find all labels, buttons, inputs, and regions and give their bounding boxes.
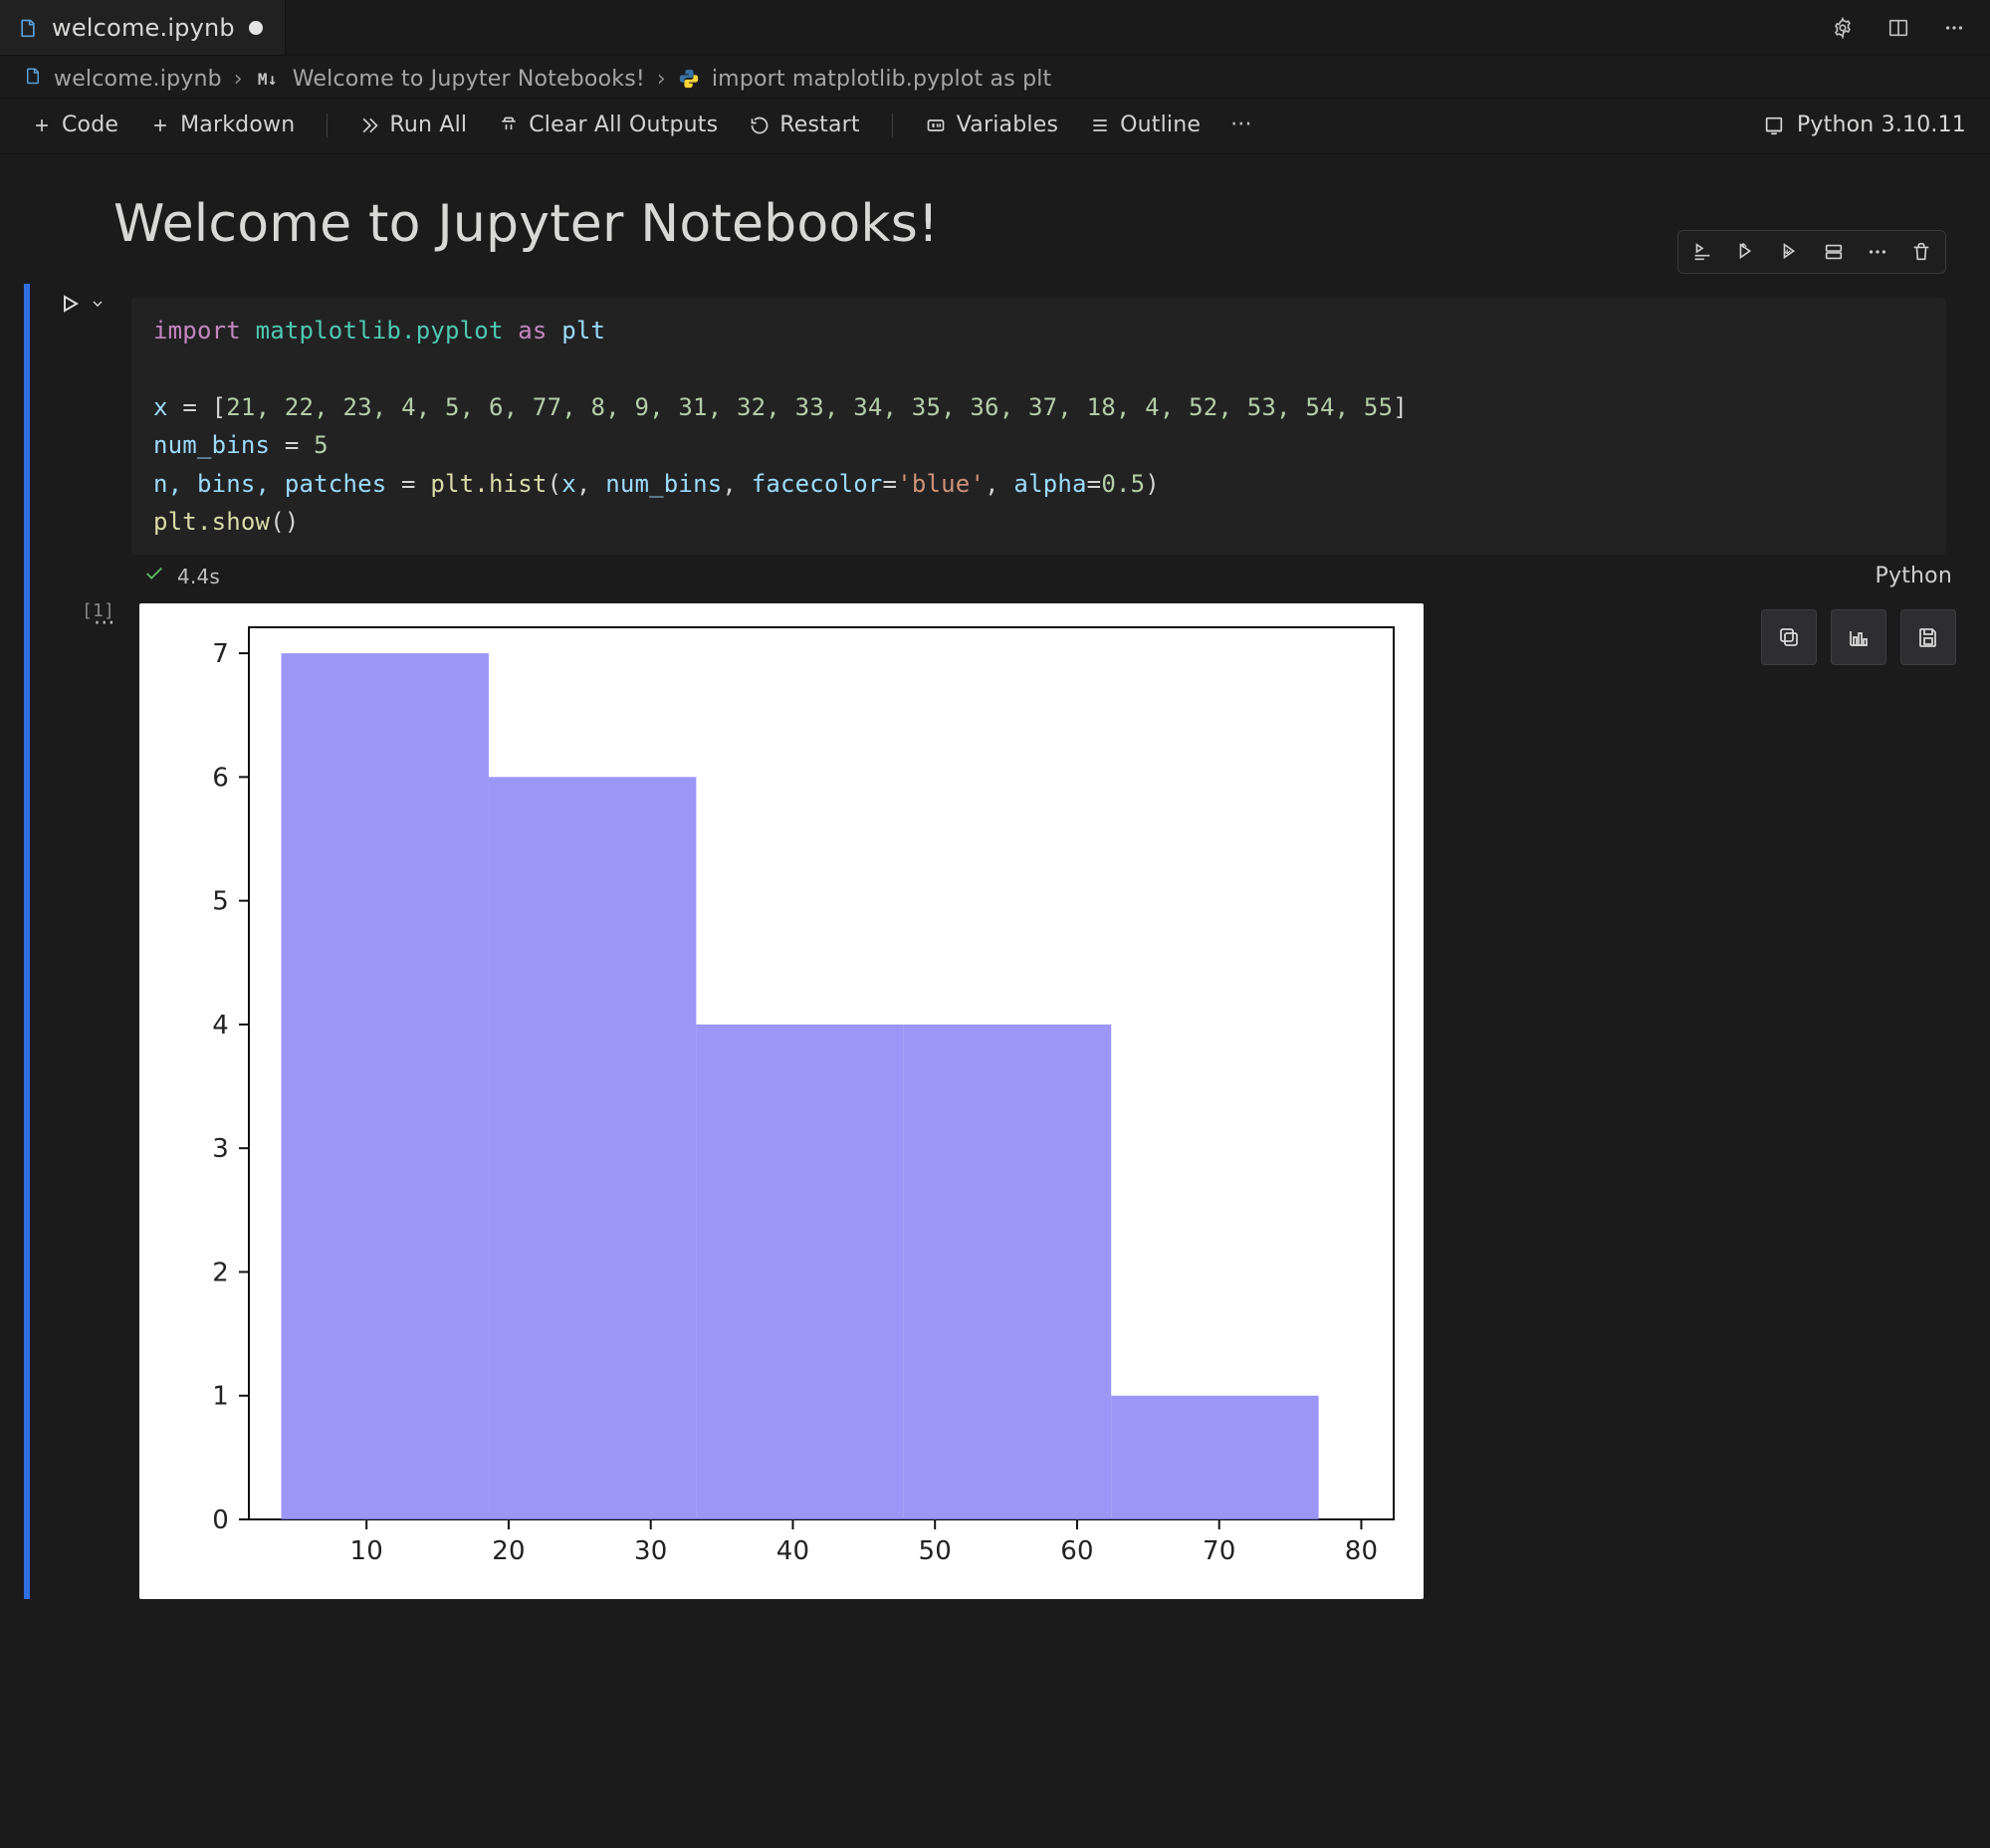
svg-text:2: 2: [212, 1259, 229, 1288]
svg-text:80: 80: [1344, 1536, 1377, 1566]
svg-text:0: 0: [212, 1505, 229, 1535]
toolbar-label: Clear All Outputs: [529, 113, 718, 137]
svg-text:4: 4: [212, 1011, 229, 1040]
run-all-button[interactable]: Run All: [351, 109, 475, 141]
toolbar-more-button[interactable]: ···: [1224, 113, 1258, 137]
copy-output-icon[interactable]: [1761, 609, 1817, 665]
output-plot: 10 20 30 40 50 60 70 80 0 1 2 3 4 5 6 7: [139, 603, 1424, 1599]
restart-kernel-button[interactable]: Restart: [742, 109, 867, 141]
toolbar-label: Restart: [779, 113, 859, 137]
editor-tab-title: welcome.ipynb: [52, 14, 235, 42]
svg-text:20: 20: [492, 1536, 525, 1566]
toolbar-label: Run All: [389, 113, 467, 137]
chevron-right-icon: ›: [657, 67, 666, 92]
toolbar-label: Variables: [957, 113, 1058, 137]
svg-text:60: 60: [1060, 1536, 1093, 1566]
editor-title-actions: [1807, 0, 1990, 55]
save-image-icon[interactable]: [1900, 609, 1956, 665]
svg-text:1: 1: [212, 1382, 229, 1412]
code-cell: import matplotlib.pyplot as plt x = [21,…: [24, 284, 1966, 1599]
cell-action-bar: [1677, 230, 1946, 274]
svg-text:50: 50: [918, 1536, 951, 1566]
outline-button[interactable]: Outline: [1082, 109, 1209, 141]
breadcrumb: welcome.ipynb › M↓ Welcome to Jupyter No…: [0, 56, 1990, 99]
svg-text:5: 5: [212, 887, 229, 917]
cell-output: ··· 102030405060708001234567: [48, 597, 1966, 1599]
svg-text:30: 30: [634, 1536, 667, 1566]
execution-duration: 4.4s: [177, 565, 220, 588]
kernel-label: Python 3.10.11: [1797, 113, 1966, 137]
notebook-file-icon: [18, 17, 38, 39]
status-ok-icon: [143, 563, 165, 589]
python-icon: [678, 68, 700, 90]
add-markdown-cell-button[interactable]: Markdown: [142, 109, 303, 141]
markdown-icon: M↓: [255, 69, 281, 89]
add-code-cell-button[interactable]: Code: [24, 109, 126, 141]
split-cell-icon[interactable]: [1816, 234, 1852, 270]
notebook-file-icon: [24, 66, 42, 92]
delete-cell-icon[interactable]: [1903, 234, 1939, 270]
breadcrumb-code[interactable]: import matplotlib.pyplot as plt: [712, 67, 1052, 92]
svg-text:10: 10: [349, 1536, 382, 1566]
svg-text:7: 7: [212, 639, 229, 669]
breadcrumb-section[interactable]: Welcome to Jupyter Notebooks!: [293, 67, 645, 92]
page-title: Welcome to Jupyter Notebooks!: [24, 174, 1966, 284]
divider: [327, 114, 328, 137]
svg-text:3: 3: [212, 1135, 229, 1165]
run-by-line-icon[interactable]: [1684, 234, 1720, 270]
editor-tab-bar: welcome.ipynb: [0, 0, 1990, 56]
svg-text:40: 40: [775, 1536, 808, 1566]
toolbar-label: Outline: [1120, 113, 1201, 137]
code-editor[interactable]: import matplotlib.pyplot as plt x = [21,…: [131, 298, 1946, 555]
cell-status-bar: 4.4s Python: [48, 555, 1966, 597]
chevron-right-icon: ›: [234, 67, 243, 92]
editor-tab[interactable]: welcome.ipynb: [0, 0, 286, 55]
cell-focus-indicator: [24, 284, 30, 1599]
output-actions: [1761, 609, 1956, 665]
run-cell-button[interactable]: [58, 292, 106, 316]
cell-language-label[interactable]: Python: [1876, 564, 1952, 588]
gear-icon[interactable]: [1825, 10, 1861, 46]
variables-button[interactable]: Variables: [917, 109, 1066, 141]
toolbar-label: Markdown: [180, 113, 295, 137]
more-icon[interactable]: [1936, 10, 1972, 46]
toolbar-label: Code: [62, 113, 118, 137]
notebook-toolbar: Code Markdown Run All Clear All Outputs …: [0, 99, 1990, 154]
unsaved-dot-icon: [249, 21, 263, 35]
breadcrumb-file[interactable]: welcome.ipynb: [54, 67, 222, 92]
divider: [892, 114, 893, 137]
more-icon[interactable]: [1860, 234, 1895, 270]
split-editor-icon[interactable]: [1880, 10, 1916, 46]
notebook-body: Welcome to Jupyter Notebooks!: [0, 154, 1990, 1639]
open-plot-viewer-icon[interactable]: [1831, 609, 1886, 665]
svg-text:70: 70: [1203, 1536, 1235, 1566]
execution-count: [1]: [82, 600, 114, 621]
execute-below-icon[interactable]: [1772, 234, 1808, 270]
execute-above-icon[interactable]: [1728, 234, 1764, 270]
kernel-picker[interactable]: Python 3.10.11: [1763, 113, 1966, 137]
svg-text:6: 6: [212, 764, 229, 794]
clear-all-outputs-button[interactable]: Clear All Outputs: [491, 109, 726, 141]
